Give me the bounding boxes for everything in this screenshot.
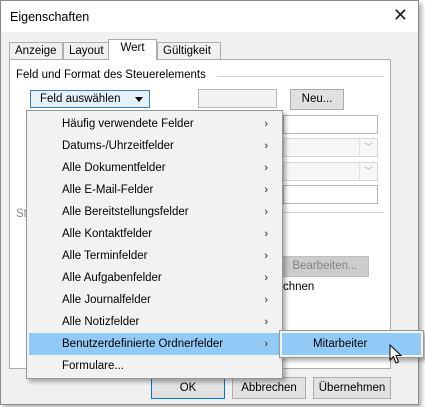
chevron-right-icon: › xyxy=(264,184,268,196)
field-category-menu: Häufig verwendete Felder › Datums-/Uhrze… xyxy=(26,110,283,379)
menu-item-custom-folder-fields[interactable]: Benutzerdefinierte Ordnerfelder › xyxy=(29,333,280,355)
menu-item-label: Alle Aufgabenfelder xyxy=(62,272,162,284)
property-combo[interactable]: ﹀ xyxy=(283,162,378,181)
chevron-right-icon: › xyxy=(264,316,268,328)
group-divider xyxy=(217,76,384,77)
chevron-down-icon: ﹀ xyxy=(359,163,377,180)
tab-wert[interactable]: Wert xyxy=(108,39,157,60)
menu-item[interactable]: Alle Notizfelder › xyxy=(29,311,280,333)
type-input[interactable] xyxy=(283,115,378,134)
chevron-right-icon: › xyxy=(264,206,268,218)
select-field-label: Feld auswählen xyxy=(40,93,121,105)
new-button[interactable]: Neu... xyxy=(290,89,344,110)
menu-item[interactable]: Alle Aufgabenfelder › xyxy=(29,267,280,289)
menu-item[interactable]: Alle Bereitstellungsfelder › xyxy=(29,201,280,223)
tab-anzeige[interactable]: Anzeige xyxy=(9,42,63,59)
chevron-down-icon: ﹀ xyxy=(359,139,377,156)
chevron-right-icon: › xyxy=(264,272,268,284)
chevron-right-icon: › xyxy=(264,228,268,240)
chevron-down-icon xyxy=(135,97,143,102)
close-icon[interactable]: ✕ xyxy=(393,6,408,24)
menu-item-label: Alle Journalfelder xyxy=(62,294,151,306)
group-label: Feld und Format des Steuerelements xyxy=(16,69,206,81)
menu-item[interactable]: Alle Kontaktfelder › xyxy=(29,223,280,245)
tab-layout[interactable]: Layout xyxy=(63,42,109,59)
menu-item-label: Alle Bereitstellungsfelder xyxy=(62,206,189,218)
mouse-pointer-icon xyxy=(389,344,403,364)
menu-item-label: Häufig verwendete Felder xyxy=(62,118,194,130)
select-field-button[interactable]: Feld auswählen xyxy=(30,90,150,108)
menu-item-label: Formulare... xyxy=(62,360,124,372)
apply-button[interactable]: Übernehmen xyxy=(313,377,391,399)
edit-button[interactable]: Bearbeiten... xyxy=(281,256,369,277)
menu-item-label: Alle Notizfelder xyxy=(62,316,140,328)
format-combo[interactable]: ﹀ xyxy=(283,138,378,157)
menu-item[interactable]: Alle Terminfelder › xyxy=(29,245,280,267)
chevron-right-icon: › xyxy=(264,118,268,130)
menu-item-label: Benutzerdefinierte Ordnerfelder xyxy=(62,338,224,350)
chevron-right-icon: › xyxy=(264,338,268,350)
menu-item[interactable]: Alle Journalfelder › xyxy=(29,289,280,311)
value-input[interactable] xyxy=(283,185,378,204)
cancel-button[interactable]: Abbrechen xyxy=(232,377,306,399)
chevron-right-icon: › xyxy=(264,140,268,152)
menu-item-label: Datums-/Uhrzeitfelder xyxy=(62,140,174,152)
chevron-right-icon: › xyxy=(264,250,268,262)
window-title: Eigenschaften xyxy=(10,10,90,24)
group-divider-2 xyxy=(283,212,384,213)
chevron-right-icon: › xyxy=(264,294,268,306)
menu-item[interactable]: Alle E-Mail-Felder › xyxy=(29,179,280,201)
field-name-input[interactable] xyxy=(198,89,277,108)
chevron-right-icon: › xyxy=(264,162,268,174)
ok-button[interactable]: OK xyxy=(151,377,225,399)
menu-item[interactable]: Datums-/Uhrzeitfelder › xyxy=(29,135,280,157)
menu-item[interactable]: Häufig verwendete Felder › xyxy=(29,113,280,135)
menu-item-forms[interactable]: Formulare... xyxy=(29,355,280,377)
title-bar: Eigenschaften ✕ xyxy=(1,1,418,32)
menu-item[interactable]: Alle Dokumentfelder › xyxy=(29,157,280,179)
menu-item-label: Alle Kontaktfelder xyxy=(62,228,153,240)
menu-item-label: Alle E-Mail-Felder xyxy=(62,184,154,196)
partial-label-right: chnen xyxy=(283,281,315,293)
menu-item-label: Alle Terminfelder xyxy=(62,250,148,262)
tab-gueltigkeit[interactable]: Gültigkeit xyxy=(157,42,221,59)
menu-item-label: Alle Dokumentfelder xyxy=(62,162,166,174)
